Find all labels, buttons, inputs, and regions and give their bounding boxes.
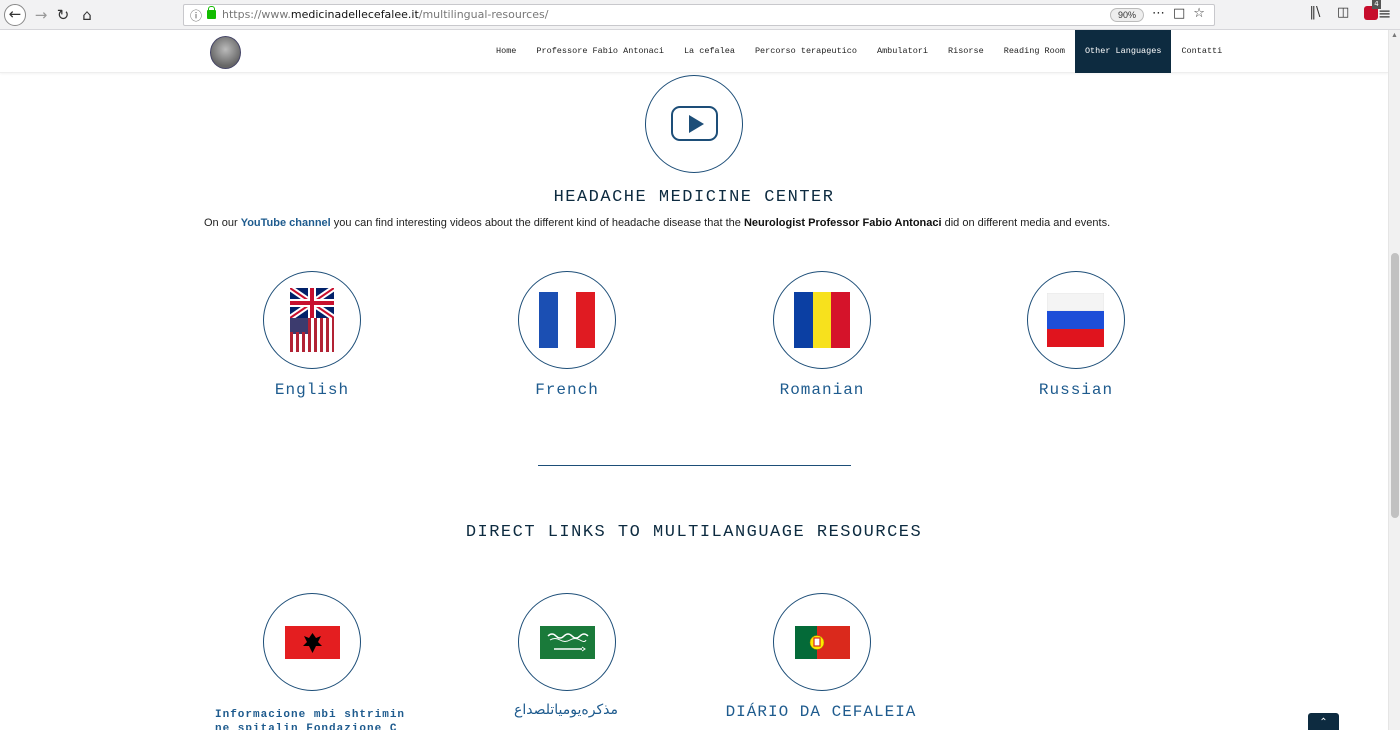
french-label[interactable]: French [467,381,667,399]
portuguese-resource-link[interactable] [773,593,871,691]
hamburger-menu-icon[interactable]: ≡ [1378,4,1391,23]
arabic-resource-label[interactable]: مذكرەيومياتلصداع [466,702,666,718]
portuguese-resource-label[interactable]: DIÁRIO DA CEFALEIA [721,703,921,721]
english-label[interactable]: English [212,381,412,399]
url-text[interactable]: https://www.medicinadellecefalee.it/mult… [222,8,548,21]
nav-contatti[interactable]: Contatti [1171,30,1232,73]
site-logo[interactable] [210,36,241,69]
albanian-resource-link[interactable] [263,593,361,691]
browser-toolbar: ← → ↻ ⌂ ⓘ https://www.medicinadellecefal… [0,0,1400,30]
intro-part-3: did on different media and events. [941,217,1111,229]
nav-professore[interactable]: Professore Fabio Antonaci [526,30,674,73]
french-link[interactable] [518,271,616,369]
section-divider [538,465,851,466]
sidebar-icon[interactable]: ◫ [1331,5,1355,20]
more-icon[interactable]: ⋯ [1152,6,1173,21]
nav-ambulatori[interactable]: Ambulatori [867,30,938,73]
intro-text: On our YouTube channel you can find inte… [204,217,1110,229]
library-icon[interactable]: ‖\ [1303,5,1327,20]
info-icon[interactable]: ⓘ [190,7,202,24]
albanian-label-line2: ne spitalin Fondazione C [215,723,398,730]
intro-bold: Neurologist Professor Fabio Antonaci [743,217,942,229]
address-bar[interactable]: ⓘ https://www.medicinadellecefalee.it/mu… [183,4,1215,26]
play-icon [671,106,718,141]
reload-icon[interactable]: ↻ [52,4,74,26]
russia-flag-icon [1047,293,1104,347]
site-header: Home Professore Fabio Antonaci La cefale… [0,30,1388,73]
resources-title: DIRECT LINKS TO MULTILANGUAGE RESOURCES [465,523,923,542]
romanian-label[interactable]: Romanian [722,381,922,399]
chevron-up-icon: ⌃ [1319,717,1328,728]
arabic-resource-link[interactable] [518,593,616,691]
url-prefix: https://www. [222,8,291,21]
youtube-channel-link[interactable]: YouTube channel [241,217,331,229]
nav-risorse[interactable]: Risorse [938,30,994,73]
main-nav: Home Professore Fabio Antonaci La cefale… [486,30,1232,73]
nav-reading-room[interactable]: Reading Room [994,30,1075,73]
russian-label[interactable]: Russian [976,381,1176,399]
nav-percorso[interactable]: Percorso terapeutico [745,30,867,73]
romania-flag-icon [794,292,850,348]
nav-la-cefalea[interactable]: La cefalea [674,30,745,73]
uk-us-flag-icon [290,288,334,352]
pocket-icon[interactable]: □ [1173,6,1193,21]
romanian-link[interactable] [773,271,871,369]
scroll-thumb[interactable] [1391,253,1399,518]
albania-flag-icon [285,626,340,659]
nav-other-languages[interactable]: Other Languages [1074,30,1172,73]
albanian-label-line1: Informacione mbi shtrimin [215,709,406,721]
intro-part-1: On our [204,217,241,229]
youtube-play-link[interactable] [645,75,743,173]
section-title: HEADACHE MEDICINE CENTER [553,188,835,207]
portugal-flag-icon [795,626,850,659]
toolbar-right: ‖\ ◫ 4 [1303,0,1383,20]
url-domain: medicinadellecefalee.it [290,8,419,21]
page-actions: ⋯□☆ [1152,6,1213,21]
url-path: /multilingual-resources/ [418,8,549,21]
russian-link[interactable] [1027,271,1125,369]
back-to-top-button[interactable]: ⌃ [1308,713,1339,730]
english-link[interactable] [263,271,361,369]
back-icon[interactable]: ← [4,4,26,26]
forward-icon[interactable]: → [30,4,52,26]
intro-part-2: you can find interesting videos about th… [330,217,744,229]
page-scrollbar[interactable]: ▲ [1388,30,1400,730]
lock-icon [207,6,216,19]
france-flag-icon [539,292,595,348]
nav-home[interactable]: Home [486,30,526,73]
scroll-up-icon[interactable]: ▲ [1391,32,1398,39]
star-icon[interactable]: ☆ [1193,6,1213,21]
home-icon[interactable]: ⌂ [76,4,98,26]
saudi-flag-icon [540,626,595,659]
zoom-indicator[interactable]: 90% [1110,8,1145,22]
albanian-resource-label[interactable]: Informacione mbi shtrimin ne spitalin Fo… [215,708,405,730]
